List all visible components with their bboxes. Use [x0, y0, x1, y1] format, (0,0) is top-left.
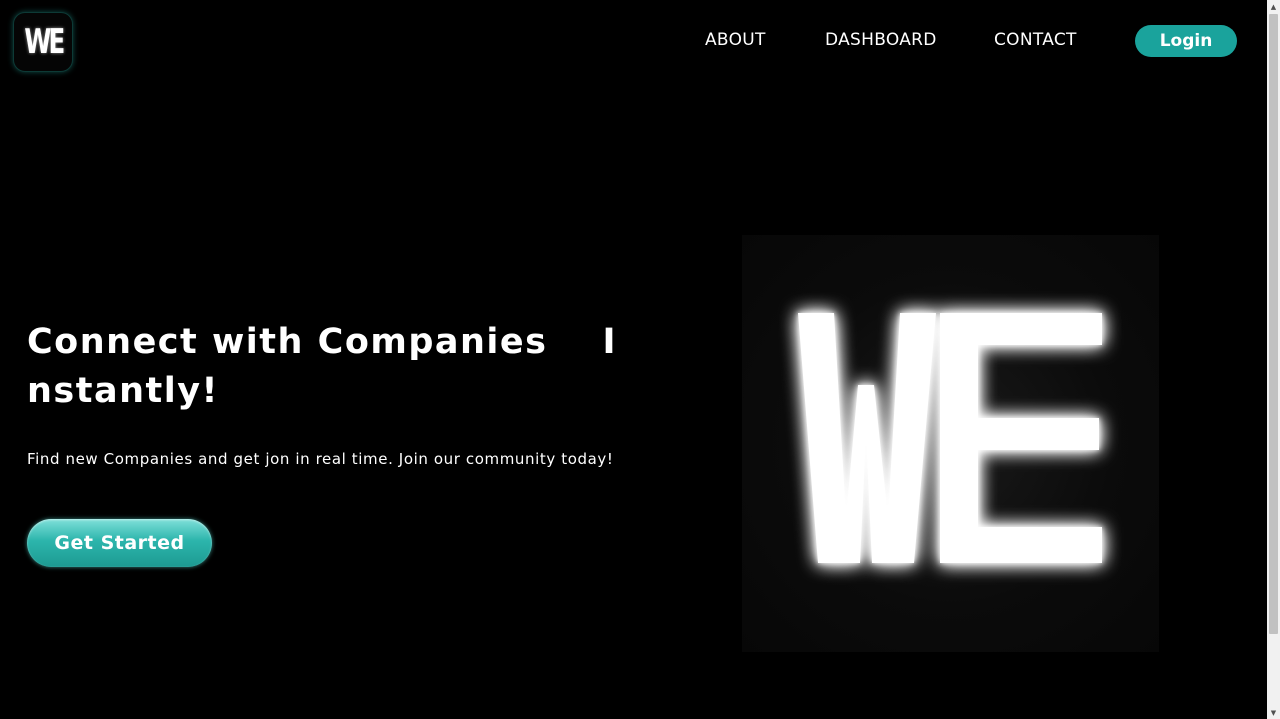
hero-logo-graphic	[798, 313, 1102, 563]
nav-about-link[interactable]: ABOUT	[705, 30, 766, 50]
triangle-up-icon[interactable]: ▲	[1267, 0, 1280, 13]
scroll-thumb[interactable]	[1269, 14, 1278, 634]
hero-title-part3: nstantly!	[27, 371, 220, 411]
login-button[interactable]: Login	[1135, 25, 1237, 57]
vertical-scrollbar[interactable]: ▲ ▼	[1267, 0, 1280, 719]
get-started-button[interactable]: Get Started	[27, 519, 212, 567]
triangle-down-icon[interactable]: ▼	[1267, 706, 1280, 719]
hero-title-part2: I	[602, 322, 617, 362]
nav-dashboard-link[interactable]: DASHBOARD	[825, 30, 937, 50]
hero-title: Connect with Companies I nstantly!	[27, 318, 627, 416]
logo-text: WE	[24, 22, 65, 62]
page: WE ABOUT DASHBOARD CONTACT Login Connect…	[0, 0, 1280, 719]
nav-contact-link[interactable]: CONTACT	[994, 30, 1077, 50]
hero-title-line1: Connect with Companies I	[27, 318, 617, 367]
site-logo[interactable]: WE	[13, 12, 73, 72]
hero-subtitle: Find new Companies and get jon in real t…	[27, 450, 614, 468]
hero-logo-image	[742, 235, 1159, 652]
hero-title-part1: Connect with Companies	[27, 322, 548, 362]
